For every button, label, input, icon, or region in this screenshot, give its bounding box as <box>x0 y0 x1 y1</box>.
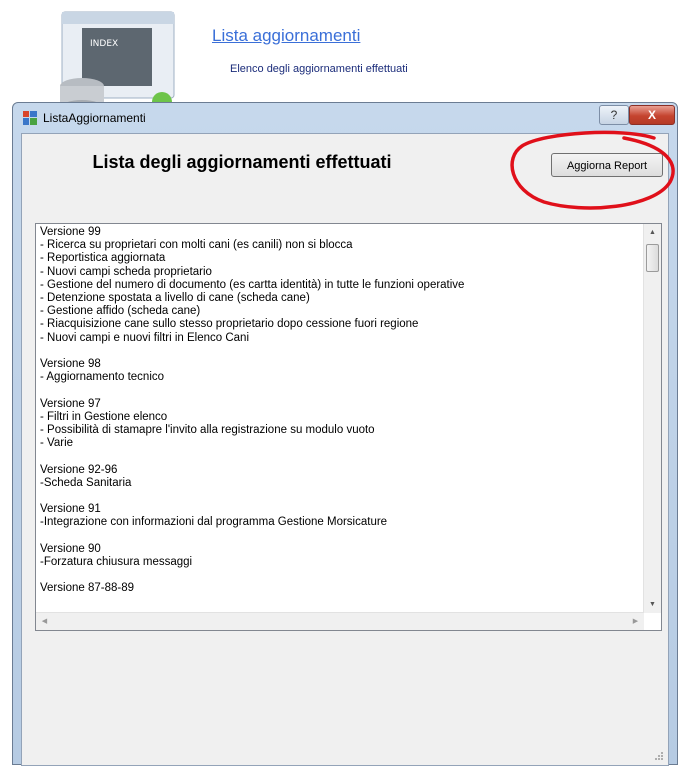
app-description: Elenco degli aggiornamenti effettuati <box>230 63 408 75</box>
scroll-down-arrow-icon[interactable]: ▼ <box>644 596 661 613</box>
page-title: Lista degli aggiornamenti effettuati <box>92 152 392 172</box>
scroll-up-arrow-icon[interactable]: ▲ <box>644 224 661 241</box>
title-bar[interactable]: ListaAggiornamenti ? X <box>13 103 677 131</box>
updates-text: Versione 99 - Ricerca su proprietari con… <box>40 226 465 595</box>
horizontal-scrollbar[interactable]: ◀ ▶ <box>36 612 644 630</box>
dialog-client-area: Lista degli aggiornamenti effettuati Agg… <box>21 133 669 766</box>
resize-grip-icon[interactable] <box>654 751 664 761</box>
updates-textbox[interactable]: Versione 99 - Ricerca su proprietari con… <box>35 223 662 631</box>
svg-text:INDEX: INDEX <box>90 39 118 49</box>
help-button[interactable]: ? <box>599 105 629 125</box>
scroll-right-arrow-icon[interactable]: ▶ <box>627 613 644 630</box>
window-app-icon <box>23 111 37 125</box>
vertical-scrollbar[interactable]: ▲ ▼ <box>643 224 661 613</box>
scroll-left-arrow-icon[interactable]: ◀ <box>36 613 53 630</box>
annotation-ellipse <box>510 130 675 210</box>
window-title: ListaAggiornamenti <box>43 111 146 125</box>
app-title-link[interactable]: Lista aggiornamenti <box>212 26 360 46</box>
close-button[interactable]: X <box>629 105 675 125</box>
vertical-scroll-thumb[interactable] <box>646 244 659 272</box>
